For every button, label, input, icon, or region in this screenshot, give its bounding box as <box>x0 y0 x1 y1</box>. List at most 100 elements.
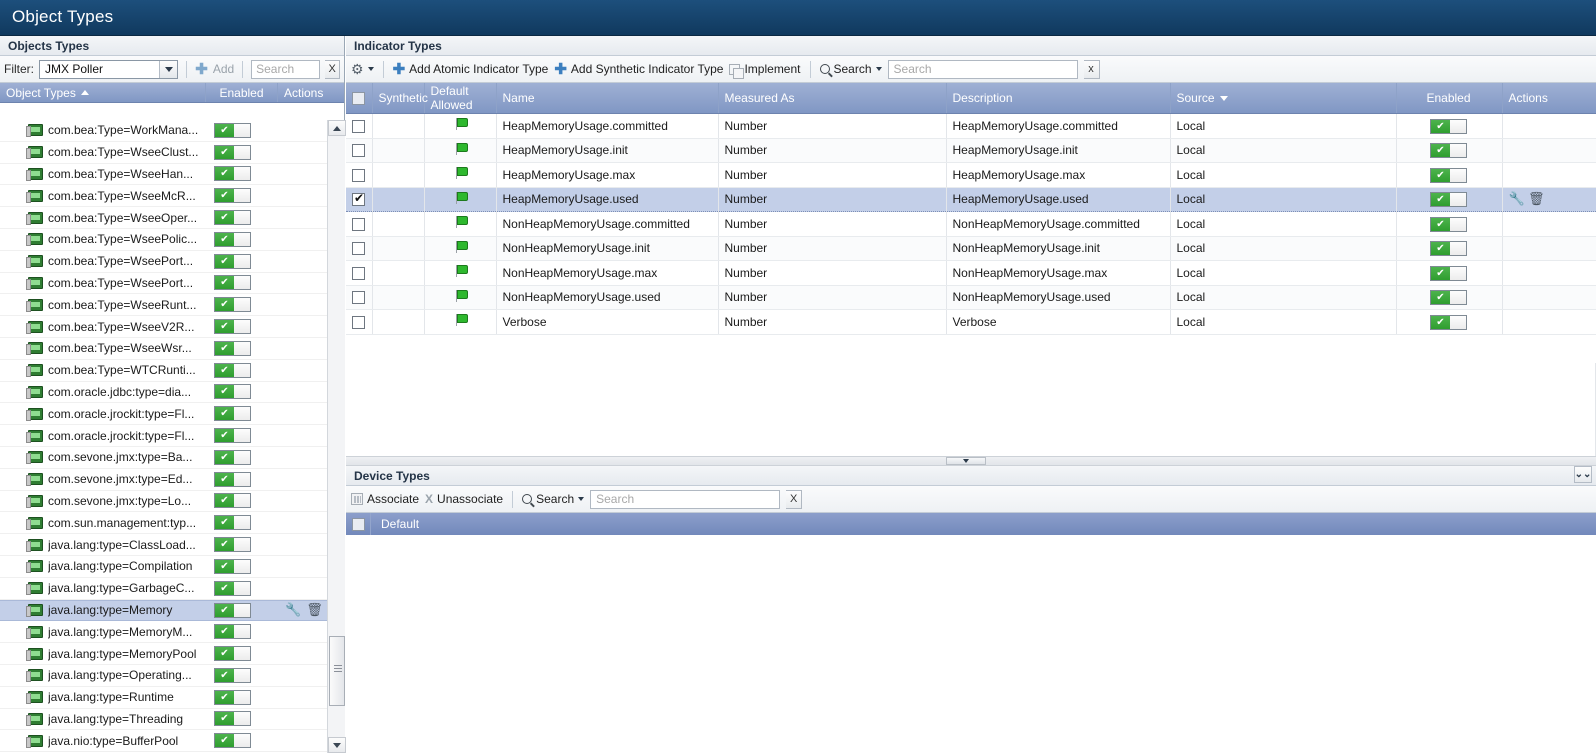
row-checkbox[interactable] <box>352 144 365 158</box>
trash-icon[interactable]: 🗑 <box>306 602 323 618</box>
list-item[interactable]: java.lang:type=Runtime ✔ <box>0 687 327 709</box>
column-enabled[interactable]: Enabled <box>206 83 278 102</box>
enabled-toggle[interactable]: ✔ <box>214 144 251 160</box>
enabled-toggle[interactable]: ✔ <box>214 558 251 574</box>
list-item[interactable]: com.bea:Type=WseePort... ✔ <box>0 273 327 295</box>
column-object-types[interactable]: Object Types <box>0 83 206 102</box>
row-checkbox[interactable] <box>352 266 365 280</box>
indicator-search-dropdown[interactable]: Search <box>819 62 882 76</box>
cell-enabled[interactable]: ✔ <box>1396 285 1503 310</box>
list-item[interactable]: com.sevone.jmx:type=Ed... ✔ <box>0 469 327 491</box>
cell-enabled[interactable]: ✔ <box>1396 186 1503 212</box>
list-item[interactable]: com.bea:Type=WseePort... ✔ <box>0 251 327 273</box>
enabled-toggle[interactable]: ✔ <box>214 362 251 378</box>
list-item[interactable]: com.bea:Type=WseeMcR... ✔ <box>0 185 327 208</box>
unassociate-button[interactable]: X Unassociate <box>425 492 503 506</box>
list-item[interactable]: com.bea:Type=WseeRunt... ✔ <box>0 294 327 317</box>
cell-enabled[interactable]: ✔ <box>1396 113 1503 139</box>
column-enabled[interactable]: Enabled <box>1396 83 1503 114</box>
enabled-toggle[interactable]: ✔ <box>1430 216 1467 232</box>
enabled-toggle[interactable]: ✔ <box>214 428 251 444</box>
cell-enabled[interactable]: ✔ <box>1396 138 1503 163</box>
table-row[interactable]: NonHeapMemoryUsage.max Number NonHeapMemor… <box>346 260 1596 286</box>
list-item[interactable]: com.sun.management:typ... ✔ <box>0 512 327 535</box>
list-item[interactable]: java.lang:type=MemoryM... ✔ <box>0 621 327 644</box>
enabled-toggle[interactable]: ✔ <box>214 733 251 749</box>
enabled-toggle[interactable]: ✔ <box>214 515 251 531</box>
panel-splitter[interactable] <box>346 456 1596 466</box>
enabled-toggle[interactable]: ✔ <box>214 297 251 313</box>
enabled-toggle[interactable]: ✔ <box>214 602 251 618</box>
enabled-toggle[interactable]: ✔ <box>214 319 251 335</box>
settings-gear-button[interactable]: ⚙ <box>351 61 374 78</box>
enabled-toggle[interactable]: ✔ <box>1430 118 1467 134</box>
enabled-toggle[interactable]: ✔ <box>214 471 251 487</box>
cell-enabled[interactable]: ✔ <box>1396 236 1503 261</box>
table-row[interactable]: HeapMemoryUsage.usedNumberHeapMemoryUsag… <box>346 186 1596 212</box>
enabled-toggle[interactable]: ✔ <box>1430 314 1467 330</box>
row-checkbox[interactable] <box>352 242 365 256</box>
enabled-toggle[interactable]: ✔ <box>214 253 251 269</box>
object-types-search-clear-button[interactable]: X <box>325 59 341 79</box>
cell-enabled[interactable]: ✔ <box>1396 162 1503 188</box>
column-default-allowed[interactable]: Default Allowed <box>424 83 497 114</box>
enabled-toggle[interactable]: ✔ <box>214 689 251 705</box>
wrench-icon[interactable]: 🔧 <box>285 602 301 618</box>
row-checkbox[interactable] <box>352 119 365 133</box>
cell-enabled[interactable]: ✔ <box>1396 260 1503 286</box>
cell-enabled[interactable]: ✔ <box>1396 309 1503 335</box>
list-item[interactable]: com.bea:Type=WorkMana... ✔ <box>0 120 327 142</box>
enabled-toggle[interactable]: ✔ <box>1430 143 1467 159</box>
table-row[interactable]: HeapMemoryUsage.committed Number HeapMemor… <box>346 113 1596 139</box>
row-checkbox[interactable] <box>352 168 365 182</box>
row-select-cell[interactable] <box>346 113 373 139</box>
enabled-toggle[interactable]: ✔ <box>214 580 251 596</box>
column-source[interactable]: Source <box>1170 83 1397 114</box>
scroll-down-button[interactable] <box>328 737 346 753</box>
splitter-handle[interactable] <box>946 457 986 465</box>
table-row[interactable]: NonHeapMemoryUsage.used Number NonHeapMemo… <box>346 285 1596 310</box>
enabled-toggle[interactable]: ✔ <box>1430 241 1467 257</box>
add-button[interactable]: Add <box>213 62 234 76</box>
associate-button[interactable]: Associate <box>351 492 419 506</box>
row-checkbox[interactable] <box>352 315 365 329</box>
row-select-cell[interactable] <box>346 211 373 237</box>
scrollbar-thumb[interactable] <box>329 636 345 706</box>
row-select-cell[interactable] <box>346 162 373 188</box>
row-select-cell[interactable] <box>346 138 373 163</box>
enabled-toggle[interactable]: ✔ <box>214 384 251 400</box>
list-item[interactable]: com.bea:Type=WseePolic... ✔ <box>0 229 327 251</box>
device-search-dropdown[interactable]: Search <box>522 492 585 506</box>
enabled-toggle[interactable]: ✔ <box>214 406 251 422</box>
column-default[interactable]: Default <box>370 513 429 535</box>
list-item[interactable]: java.lang:type=Compilation ✔ <box>0 556 327 578</box>
row-checkbox[interactable] <box>352 291 365 305</box>
wrench-icon[interactable]: 🔧 <box>1509 191 1525 206</box>
collapse-panel-button[interactable]: ⌄⌄ <box>1574 466 1592 483</box>
enabled-toggle[interactable]: ✔ <box>214 624 251 640</box>
scroll-up-button[interactable] <box>328 120 346 136</box>
trash-icon[interactable]: 🗑 <box>1528 191 1545 206</box>
enabled-toggle[interactable]: ✔ <box>214 711 251 727</box>
enabled-toggle[interactable]: ✔ <box>1430 265 1467 281</box>
enabled-toggle[interactable]: ✔ <box>1430 192 1467 208</box>
column-measured-as[interactable]: Measured As <box>718 83 947 114</box>
enabled-toggle[interactable]: ✔ <box>214 231 251 247</box>
enabled-toggle[interactable]: ✔ <box>214 537 251 553</box>
enabled-toggle[interactable]: ✔ <box>214 667 251 683</box>
list-item[interactable]: java.lang:type=GarbageC... ✔ <box>0 578 327 600</box>
enabled-toggle[interactable]: ✔ <box>214 275 251 291</box>
table-row[interactable]: Verbose Number Verbose Local ✔ <box>346 309 1596 335</box>
row-select-cell[interactable] <box>346 260 373 286</box>
row-select-cell[interactable] <box>346 285 373 310</box>
list-item[interactable]: java.lang:type=ClassLoad... ✔ <box>0 534 327 556</box>
list-item[interactable]: java.nio:type=BufferPool ✔ <box>0 730 327 753</box>
column-name[interactable]: Name <box>496 83 719 114</box>
row-select-cell[interactable] <box>346 236 373 261</box>
object-types-scrollbar[interactable] <box>327 120 346 753</box>
device-search-clear-button[interactable]: X <box>786 489 803 509</box>
table-row[interactable]: NonHeapMemoryUsage.committed Number NonHea… <box>346 211 1596 237</box>
list-item[interactable]: com.oracle.jrockit:type=Fl... ✔ <box>0 425 327 447</box>
list-item[interactable]: com.bea:Type=WseeClust... ✔ <box>0 142 327 164</box>
table-row[interactable]: HeapMemoryUsage.init Number HeapMemoryUsag… <box>346 138 1596 163</box>
